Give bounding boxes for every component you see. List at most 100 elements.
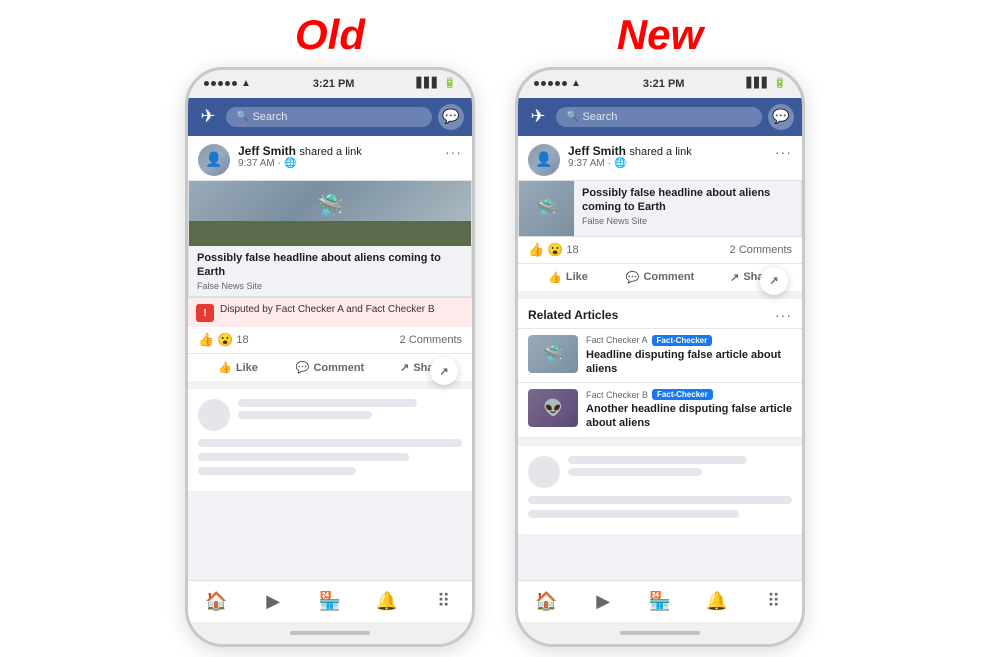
post-reactions-new: 👍 😮 18 2 Comments — [518, 237, 802, 264]
right-status-icons: ▋▋▋ 🔋 — [416, 78, 456, 89]
reactions-count-old: 18 — [236, 334, 248, 346]
related-item-2[interactable]: 👽 Fact Checker B Fact-Checker Another he… — [518, 383, 802, 438]
post-actions-old: 👍 Like 💬 Comment ↗ Share ↗ — [188, 354, 472, 381]
comments-count-new: 2 Comments — [730, 244, 792, 256]
fact-checker-label-1: Fact Checker A — [586, 335, 648, 345]
comment-icon-new: 💬 — [626, 271, 640, 284]
link-source-old: False News Site — [197, 281, 463, 291]
related-item-1[interactable]: 🛸 Fact Checker A Fact-Checker Headline d… — [518, 329, 802, 384]
status-bar-old: ▲ 3:21 PM ▋▋▋ 🔋 — [188, 70, 472, 98]
like-icon-new: 👍 — [548, 271, 562, 284]
comment-button-new[interactable]: 💬 Comment — [614, 266, 706, 289]
facebook-plane-icon[interactable]: ✈ — [196, 106, 220, 127]
search-bar-new[interactable]: 🔍 Search — [556, 107, 762, 127]
cellular-icon-new: ▋▋▋ — [746, 78, 769, 89]
skeleton-post-new — [518, 446, 802, 534]
post-actions-wrapper-old: 👍 Like 💬 Comment ↗ Share ↗ — [188, 354, 472, 381]
signal-dots: ▲ — [204, 78, 251, 89]
wow-emoji-old: 😮 — [217, 332, 233, 348]
related-info-2: Fact Checker B Fact-Checker Another head… — [586, 389, 792, 431]
old-phone: ▲ 3:21 PM ▋▋▋ 🔋 ✈ 🔍 Search 💬 👤 — [185, 67, 475, 647]
post-meta-new: Jeff Smith shared a link 9:37 AM · 🌐 — [568, 144, 767, 169]
post-header-new: 👤 Jeff Smith shared a link 9:37 AM · 🌐 — [518, 136, 802, 180]
messenger-icon-new[interactable]: 💬 — [768, 104, 794, 130]
like-button-new[interactable]: 👍 Like — [522, 266, 614, 289]
like-icon-old: 👍 — [218, 361, 232, 374]
time-display-new: 3:21 PM — [643, 78, 685, 90]
fact-checker-label-2: Fact Checker B — [586, 390, 648, 400]
signal-dots-new: ▲ — [534, 78, 581, 89]
share-icon-old: ↗ — [400, 361, 409, 374]
related-articles-header: Related Articles ··· — [518, 299, 802, 329]
nav-bell-old[interactable]: 🔔 — [358, 587, 415, 616]
cellular-icon: ▋▋▋ — [416, 78, 439, 89]
facebook-plane-icon-new[interactable]: ✈ — [526, 106, 550, 127]
comments-count-old: 2 Comments — [400, 334, 462, 346]
related-articles-title: Related Articles — [528, 308, 618, 322]
skeleton-avatar-new — [528, 456, 560, 488]
nav-home-new[interactable]: 🏠 — [518, 587, 575, 616]
link-headline-new: Possibly false headline about aliens com… — [582, 186, 793, 215]
skeleton-post-old — [188, 389, 472, 491]
time-display: 3:21 PM — [313, 78, 355, 90]
search-icon-new: 🔍 — [566, 111, 578, 122]
right-status-icons-new: ▋▋▋ 🔋 — [746, 78, 786, 89]
warning-icon-old: ! — [196, 304, 214, 322]
post-card-new: 👤 Jeff Smith shared a link 9:37 AM · 🌐 — [518, 136, 802, 291]
avatar-new: 👤 — [528, 144, 560, 176]
search-icon-old: 🔍 — [236, 111, 248, 122]
link-source-new: False News Site — [582, 216, 793, 226]
nav-home-old[interactable]: 🏠 — [188, 587, 245, 616]
related-options-icon[interactable]: ··· — [775, 307, 792, 323]
post-author-old: Jeff Smith shared a link — [238, 144, 437, 158]
wow-emoji-new: 😮 — [547, 242, 563, 258]
related-articles-section: Related Articles ··· 🛸 Fact Checker A Fa… — [518, 299, 802, 438]
related-info-1: Fact Checker A Fact-Checker Headline dis… — [586, 335, 792, 377]
wifi-icon: ▲ — [241, 78, 251, 89]
related-thumb-2: 👽 — [528, 389, 578, 427]
post-reactions-old: 👍 😮 18 2 Comments — [188, 327, 472, 354]
new-label: New — [617, 11, 703, 59]
phone-bottom-old — [188, 622, 472, 644]
status-bar-new: ▲ 3:21 PM ▋▋▋ 🔋 — [518, 70, 802, 98]
privacy-icon-new: 🌐 — [614, 158, 626, 169]
nav-marketplace-new[interactable]: 🏪 — [632, 587, 689, 616]
fact-checker-badge-1: Fact-Checker — [652, 335, 713, 346]
facebook-header-old: ✈ 🔍 Search 💬 — [188, 98, 472, 136]
link-preview-old[interactable]: 🛸 Possibly false headline about aliens c… — [188, 180, 472, 298]
share-circle-old: ↗ — [430, 357, 458, 385]
like-emoji-old: 👍 — [198, 332, 214, 348]
post-options-new[interactable]: ··· — [775, 144, 792, 160]
share-button-old[interactable]: ↗ Share ↗ — [376, 356, 468, 379]
new-section: New ▲ 3:21 PM ▋▋▋ 🔋 ✈ 🔍 Search — [515, 11, 805, 647]
post-actions-new: 👍 Like 💬 Comment ↗ Share ↗ — [518, 264, 802, 291]
share-button-new[interactable]: ↗ Share ↗ — [706, 266, 798, 289]
battery-icon-new: 🔋 — [774, 78, 786, 89]
like-emoji-new: 👍 — [528, 242, 544, 258]
messenger-icon-old[interactable]: 💬 — [438, 104, 464, 130]
comment-button-old[interactable]: 💬 Comment — [284, 356, 376, 379]
related-thumb-1: 🛸 — [528, 335, 578, 373]
nav-menu-old[interactable]: ⠿ — [415, 587, 472, 616]
post-options-old[interactable]: ··· — [445, 144, 462, 160]
link-headline-old: Possibly false headline about aliens com… — [197, 251, 463, 280]
related-headline-2: Another headline disputing false article… — [586, 402, 792, 431]
search-placeholder-old: Search — [252, 111, 287, 123]
post-time-new: 9:37 AM · 🌐 — [568, 158, 767, 169]
nav-bell-new[interactable]: 🔔 — [688, 587, 745, 616]
share-circle-new: ↗ — [760, 267, 788, 295]
nav-marketplace-old[interactable]: 🏪 — [302, 587, 359, 616]
search-bar-old[interactable]: 🔍 Search — [226, 107, 432, 127]
link-preview-new[interactable]: 🛸 Possibly false headline about aliens c… — [518, 180, 802, 237]
old-section: Old ▲ 3:21 PM ▋▋▋ 🔋 ✈ 🔍 Search — [185, 11, 475, 647]
post-actions-wrapper-new: 👍 Like 💬 Comment ↗ Share ↗ — [518, 264, 802, 291]
nav-video-old[interactable]: ▶ — [245, 587, 302, 616]
facebook-header-new: ✈ 🔍 Search 💬 — [518, 98, 802, 136]
post-meta-old: Jeff Smith shared a link 9:37 AM · 🌐 — [238, 144, 437, 169]
nav-video-new[interactable]: ▶ — [575, 587, 632, 616]
new-phone: ▲ 3:21 PM ▋▋▋ 🔋 ✈ 🔍 Search 💬 👤 — [515, 67, 805, 647]
link-image-old: 🛸 — [189, 181, 471, 246]
battery-icon: 🔋 — [444, 78, 456, 89]
like-button-old[interactable]: 👍 Like — [192, 356, 284, 379]
nav-menu-new[interactable]: ⠿ — [745, 587, 802, 616]
